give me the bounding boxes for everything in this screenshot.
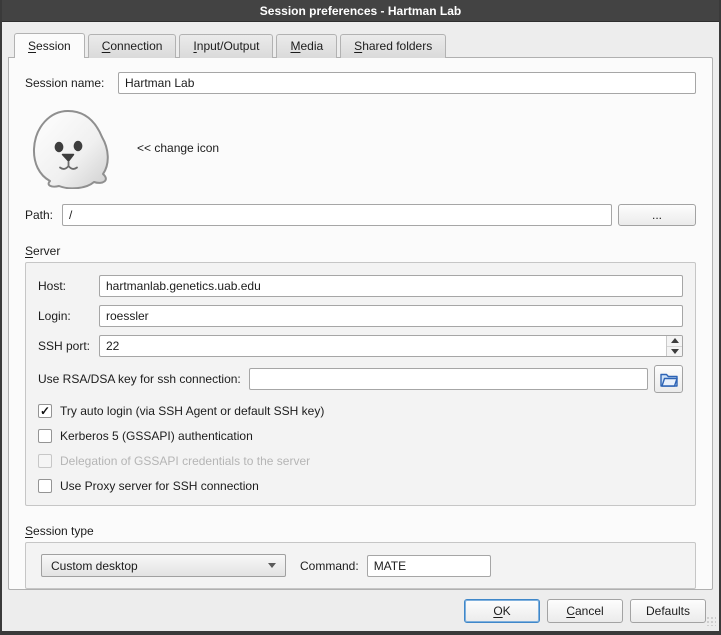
rsa-key-label: Use RSA/DSA key for ssh connection: — [38, 372, 241, 386]
rsa-key-input[interactable] — [249, 368, 648, 390]
session-icon-button[interactable] — [25, 106, 115, 190]
server-group-title: Server — [25, 244, 696, 258]
session-type-groupbox: Custom desktop Command: — [25, 542, 696, 589]
gssapi-delegation-checkbox-row: Delegation of GSSAPI credentials to the … — [38, 454, 683, 468]
session-type-group-title: Session type — [25, 524, 696, 538]
ssh-port-spinbox — [99, 335, 683, 357]
login-row: Login: — [38, 305, 683, 327]
command-label: Command: — [300, 559, 359, 573]
gssapi-delegation-label: Delegation of GSSAPI credentials to the … — [60, 454, 310, 468]
command-input[interactable] — [367, 555, 491, 577]
tabbar: Session Connection Input/Output Media Sh… — [8, 34, 713, 57]
path-row: Path: ... — [25, 204, 696, 226]
host-label: Host: — [38, 279, 99, 293]
cancel-button[interactable]: Cancel — [547, 599, 623, 623]
auto-login-checkbox-row[interactable]: ✓ Try auto login (via SSH Agent or defau… — [38, 404, 683, 418]
session-type-selected: Custom desktop — [51, 559, 138, 573]
tab-media[interactable]: Media — [276, 34, 337, 58]
session-name-input[interactable] — [118, 72, 696, 94]
session-type-row: Custom desktop Command: — [41, 554, 680, 577]
ok-button[interactable]: OK — [464, 599, 540, 623]
tab-input-output[interactable]: Input/Output — [179, 34, 273, 58]
tab-shared-folders[interactable]: Shared folders — [340, 34, 446, 58]
kerberos-checkbox-row[interactable]: Kerberos 5 (GSSAPI) authentication — [38, 429, 683, 443]
tab-connection[interactable]: Connection — [88, 34, 177, 58]
defaults-button[interactable]: Defaults — [630, 599, 706, 623]
ssh-port-label: SSH port: — [38, 339, 99, 353]
login-label: Login: — [38, 309, 99, 323]
session-type-combobox[interactable]: Custom desktop — [41, 554, 286, 577]
titlebar[interactable]: Session preferences - Hartman Lab — [2, 0, 719, 22]
session-tab-page: Session name: — [8, 57, 713, 590]
rsa-key-browse-button[interactable] — [654, 365, 683, 393]
proxy-checkbox[interactable] — [38, 479, 52, 493]
kerberos-label: Kerberos 5 (GSSAPI) authentication — [60, 429, 253, 443]
change-icon-label: << change icon — [137, 141, 219, 155]
triangle-down-icon — [671, 349, 679, 354]
footer-button-row: OK Cancel Defaults — [8, 599, 713, 623]
tab-session[interactable]: Session — [14, 33, 85, 58]
resize-grip[interactable] — [706, 616, 716, 626]
chevron-down-icon — [268, 563, 276, 568]
rsa-key-row: Use RSA/DSA key for ssh connection: — [38, 365, 683, 393]
auto-login-label: Try auto login (via SSH Agent or default… — [60, 404, 324, 418]
dialog-body: Session Connection Input/Output Media Sh… — [2, 22, 719, 631]
ssh-port-row: SSH port: — [38, 335, 683, 357]
x2go-seal-icon — [26, 107, 114, 189]
kerberos-checkbox[interactable] — [38, 429, 52, 443]
server-groupbox: Host: Login: SSH port: — [25, 262, 696, 506]
triangle-up-icon — [671, 338, 679, 343]
icon-row: << change icon — [25, 106, 696, 190]
folder-icon — [659, 370, 679, 388]
path-input[interactable] — [62, 204, 612, 226]
host-input[interactable] — [99, 275, 683, 297]
session-preferences-dialog: Session preferences - Hartman Lab Sessio… — [0, 0, 721, 635]
login-input[interactable] — [99, 305, 683, 327]
proxy-label: Use Proxy server for SSH connection — [60, 479, 259, 493]
auto-login-checkbox[interactable]: ✓ — [38, 404, 52, 418]
path-label: Path: — [25, 208, 62, 222]
session-name-label: Session name: — [25, 76, 118, 90]
path-browse-button[interactable]: ... — [618, 204, 696, 226]
session-name-row: Session name: — [25, 72, 696, 94]
host-row: Host: — [38, 275, 683, 297]
proxy-checkbox-row[interactable]: Use Proxy server for SSH connection — [38, 479, 683, 493]
spin-buttons — [666, 336, 682, 356]
spin-down-button[interactable] — [667, 347, 682, 357]
window-title: Session preferences - Hartman Lab — [260, 4, 461, 18]
spin-up-button[interactable] — [667, 336, 682, 347]
gssapi-delegation-checkbox — [38, 454, 52, 468]
ssh-port-input[interactable] — [100, 336, 666, 356]
